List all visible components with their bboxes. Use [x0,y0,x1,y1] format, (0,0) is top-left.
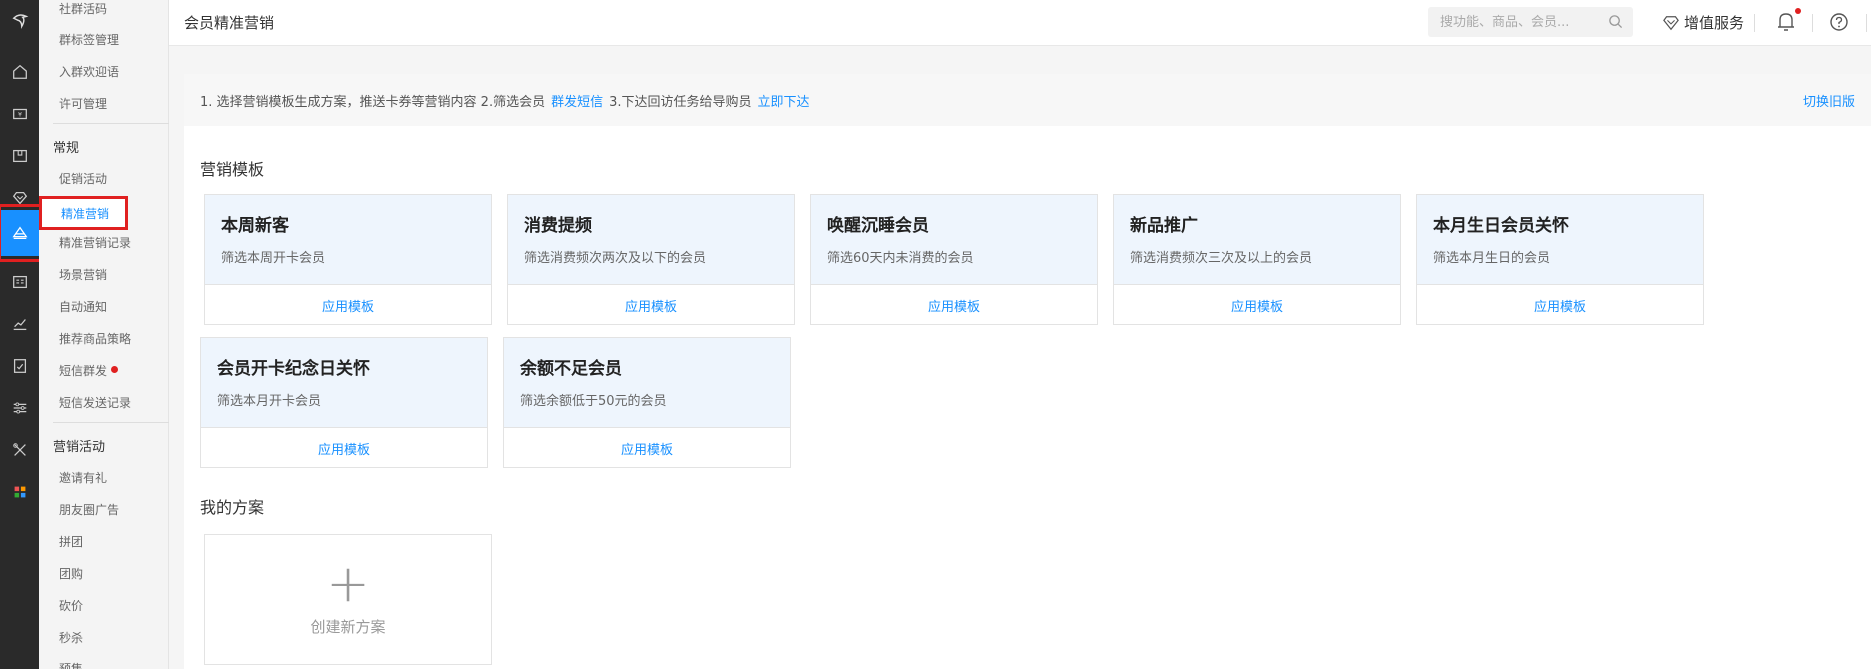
marketing-icon [11,226,28,240]
template-card: 本周新客筛选本周开卡会员 应用模板 [204,194,492,325]
apply-template-button[interactable]: 应用模板 [1417,284,1703,326]
template-card: 新品推广筛选消费频次三次及以上的会员 应用模板 [1113,194,1401,325]
template-name: 本月生日会员关怀 [1433,216,1569,236]
sidebar-item-bargain[interactable]: 砍价 [59,597,83,614]
sidebar-item-flash-sale[interactable]: 秒杀 [59,629,83,646]
value-added-label: 增值服务 [1684,14,1745,32]
templates-section-title: 营销模板 [200,160,265,179]
apply-template-button[interactable]: 应用模板 [508,284,794,326]
template-name: 新品推广 [1130,216,1198,236]
divider [1812,14,1813,32]
notice-bar: 1. 选择营销模板生成方案，推送卡券等营销内容 2.筛选会员 群发短信 3.下达回访… [184,74,1871,126]
settings-sliders-icon[interactable] [0,388,39,428]
template-desc: 筛选本月生日的会员 [1433,251,1551,266]
home-icon[interactable] [0,52,39,92]
help-icon[interactable] [1829,12,1849,32]
diamond-icon [1663,15,1679,30]
template-name: 唤醒沉睡会员 [827,216,929,236]
template-card: 消费提频筛选消费频次两次及以下的会员 应用模板 [507,194,795,325]
sidebar-item-label: 精准营销 [61,206,110,221]
logo-icon[interactable] [0,0,39,40]
analytics-icon[interactable] [0,304,39,344]
apps-icon[interactable] [0,472,39,512]
sidebar-item-scene-marketing[interactable]: 场景营销 [59,266,107,283]
section-marketing-activities: 营销活动 [53,440,106,455]
apply-template-button[interactable]: 应用模板 [205,284,491,326]
section-general: 常规 [53,141,80,156]
apply-template-button[interactable]: 应用模板 [201,427,487,469]
template-desc: 筛选消费频次两次及以下的会员 [524,251,707,266]
template-desc: 筛选本周开卡会员 [221,251,326,266]
apply-template-button[interactable]: 应用模板 [811,284,1097,326]
apply-template-button[interactable]: 应用模板 [1114,284,1400,326]
tools-icon[interactable] [0,430,39,470]
notification-dot [111,366,119,373]
plus-icon: + [326,554,370,614]
template-name: 余额不足会员 [520,359,622,379]
notification-dot [1795,8,1801,14]
search-box[interactable] [1428,7,1633,37]
sidebar-item-group-tags[interactable]: 群标签管理 [59,31,119,48]
bell-icon[interactable] [1776,11,1796,33]
search-input[interactable] [1428,7,1598,37]
template-card: 余额不足会员筛选余额低于50元的会员 应用模板 [503,337,791,468]
template-desc: 筛选60天内未消费的会员 [827,251,974,266]
template-desc: 筛选本月开卡会员 [217,394,322,409]
svg-text:¥: ¥ [17,112,21,119]
main-content: 1. 选择营销模板生成方案，推送卡券等营销内容 2.筛选会员 群发短信 3.下达回访… [169,46,1871,669]
sidebar-item-welcome-message[interactable]: 入群欢迎语 [59,63,119,80]
template-name: 会员开卡纪念日关怀 [217,359,370,379]
sidebar-item-group-buy[interactable]: 拼团 [59,533,83,550]
sidebar-item-presale[interactable]: 预售 [59,660,83,669]
divider [1754,14,1755,32]
sub-menu: 社群活码 群标签管理 入群欢迎语 许可管理 常规 促销活动 精准营销 精准营销记… [39,0,193,669]
template-card: 本月生日会员关怀筛选本月生日的会员 应用模板 [1416,194,1704,325]
notice-part2: 3.下达回访任务给导购员 [609,95,752,110]
sms-broadcast-link[interactable]: 群发短信 [551,95,603,110]
sidebar-item-label: 短信群发 [59,364,108,378]
my-plans-section-title: 我的方案 [200,498,265,517]
template-desc: 筛选消费频次三次及以上的会员 [1130,251,1313,266]
sidebar-item-community-code[interactable]: 社群活码 [59,0,107,17]
apply-template-button[interactable]: 应用模板 [504,427,790,469]
create-new-plan-label: 创建新方案 [310,618,386,636]
top-bar: 会员精准营销 增值服务 [169,0,1871,46]
template-name: 消费提频 [524,216,592,236]
sidebar-item-invite-gift[interactable]: 邀请有礼 [59,469,107,486]
sidebar-item-auto-notify[interactable]: 自动通知 [59,298,107,315]
cashier-icon[interactable]: ¥ [0,94,39,134]
sidebar-item-precise-marketing-records[interactable]: 精准营销记录 [59,234,131,251]
issue-now-link[interactable]: 立即下达 [758,95,810,110]
sidebar-item-precise-marketing[interactable]: 精准营销 [39,196,128,230]
sidebar-item-recommend-strategy[interactable]: 推荐商品策略 [59,330,131,347]
sidebar-item-sms-broadcast[interactable]: 短信群发 [59,362,119,379]
divider [1866,14,1867,32]
sidebar-item-license[interactable]: 许可管理 [59,95,107,112]
page-title: 会员精准营销 [184,14,275,32]
icon-rail: ¥ [0,0,50,669]
template-name: 本周新客 [221,216,289,236]
search-icon[interactable] [1608,14,1623,29]
template-desc: 筛选余额低于50元的会员 [520,394,667,409]
value-added-service-button[interactable]: 增值服务 [1662,12,1744,33]
notice-part1: 1. 选择营销模板生成方案，推送卡券等营销内容 2.筛选会员 [200,95,546,110]
sidebar-item-promotion[interactable]: 促销活动 [59,170,107,187]
switch-old-version-link[interactable]: 切换旧版 [1803,91,1855,110]
report-icon[interactable] [0,346,39,386]
create-new-plan-card[interactable]: + 创建新方案 [204,534,492,665]
card-icon[interactable] [0,262,39,302]
template-card: 唤醒沉睡会员筛选60天内未消费的会员 应用模板 [810,194,1098,325]
sidebar-item-team-purchase[interactable]: 团购 [59,565,83,582]
template-card: 会员开卡纪念日关怀筛选本月开卡会员 应用模板 [200,337,488,468]
sidebar-item-moments-ads[interactable]: 朋友圈广告 [59,501,119,518]
goods-icon[interactable] [0,136,39,176]
sidebar-item-sms-records[interactable]: 短信发送记录 [59,394,131,411]
notice-text: 1. 选择营销模板生成方案，推送卡券等营销内容 2.筛选会员 群发短信 3.下达回访… [200,91,816,110]
